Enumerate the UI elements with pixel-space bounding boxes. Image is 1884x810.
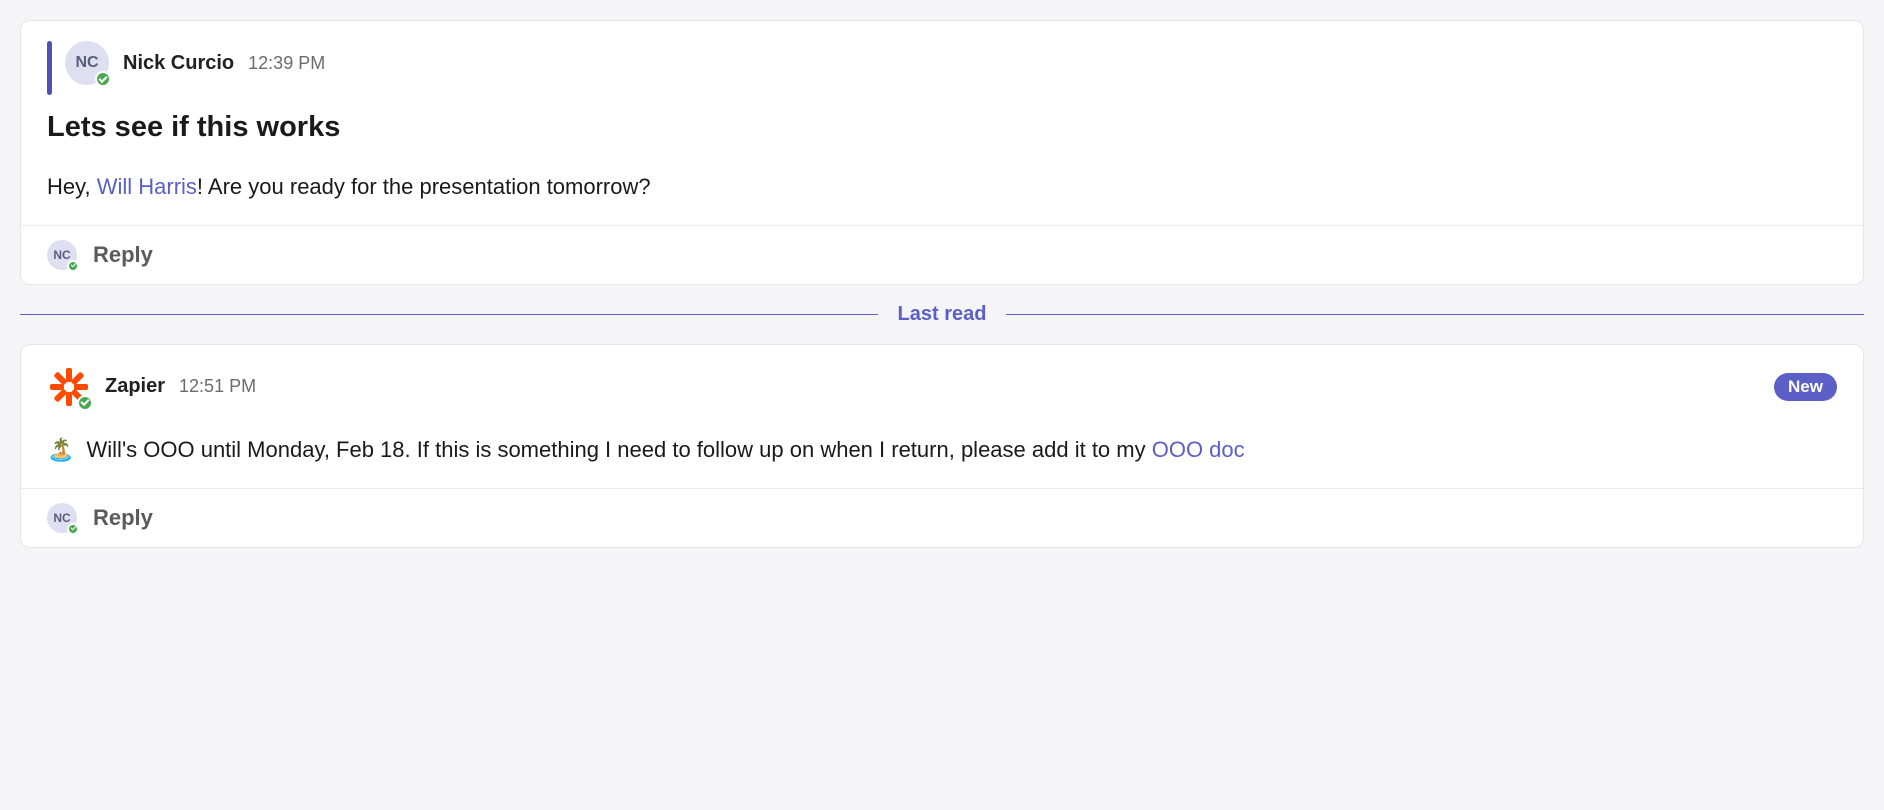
message-body: NC Nick Curcio 12:39 PM Lets see if this…	[21, 21, 1863, 225]
reply-label: Reply	[93, 505, 153, 531]
reply-label: Reply	[93, 242, 153, 268]
message-title: Lets see if this works	[47, 111, 1837, 144]
message-text: Hey, Will Harris! Are you ready for the …	[47, 172, 1837, 203]
avatar-initials: NC	[75, 54, 98, 72]
zapier-avatar[interactable]	[47, 365, 91, 409]
timestamp: 12:39 PM	[248, 53, 325, 74]
author-name[interactable]: Nick Curcio	[123, 52, 234, 75]
avatar[interactable]: NC	[65, 41, 109, 85]
presence-available-icon	[77, 395, 93, 411]
timestamp: 12:51 PM	[179, 376, 256, 397]
message-text: 🏝️ Will's OOO until Monday, Feb 18. If t…	[47, 435, 1837, 466]
author-name[interactable]: Zapier	[105, 375, 165, 398]
new-badge: New	[1774, 373, 1837, 401]
reply-avatar-initials: NC	[53, 511, 70, 525]
divider-label: Last read	[898, 303, 987, 326]
presence-available-icon	[67, 260, 79, 272]
presence-available-icon	[67, 523, 79, 535]
presence-available-icon	[95, 71, 111, 87]
message-text-suffix: ! Are you ready for the presentation tom…	[197, 174, 651, 199]
ooo-doc-link[interactable]: OOO doc	[1152, 437, 1245, 462]
reply-avatar: NC	[47, 240, 77, 270]
reply-avatar-initials: NC	[53, 248, 70, 262]
message-header: NC Nick Curcio 12:39 PM	[47, 41, 1837, 85]
reply-bar[interactable]: NC Reply	[21, 225, 1863, 284]
message-text-body: Will's OOO until Monday, Feb 18. If this…	[80, 437, 1151, 462]
accent-bar	[47, 41, 52, 95]
message-header: Zapier 12:51 PM New	[47, 365, 1837, 409]
reply-bar[interactable]: NC Reply	[21, 488, 1863, 547]
divider-line	[1006, 314, 1864, 315]
last-read-divider: Last read	[20, 303, 1864, 326]
message-body: Zapier 12:51 PM New 🏝️ Will's OOO until …	[21, 345, 1863, 488]
divider-line	[20, 314, 878, 315]
beach-emoji-icon: 🏝️	[47, 437, 74, 462]
mention-link[interactable]: Will Harris	[97, 174, 197, 199]
message-card: NC Nick Curcio 12:39 PM Lets see if this…	[20, 20, 1864, 285]
reply-avatar: NC	[47, 503, 77, 533]
message-card: Zapier 12:51 PM New 🏝️ Will's OOO until …	[20, 344, 1864, 548]
message-text-prefix: Hey,	[47, 174, 97, 199]
